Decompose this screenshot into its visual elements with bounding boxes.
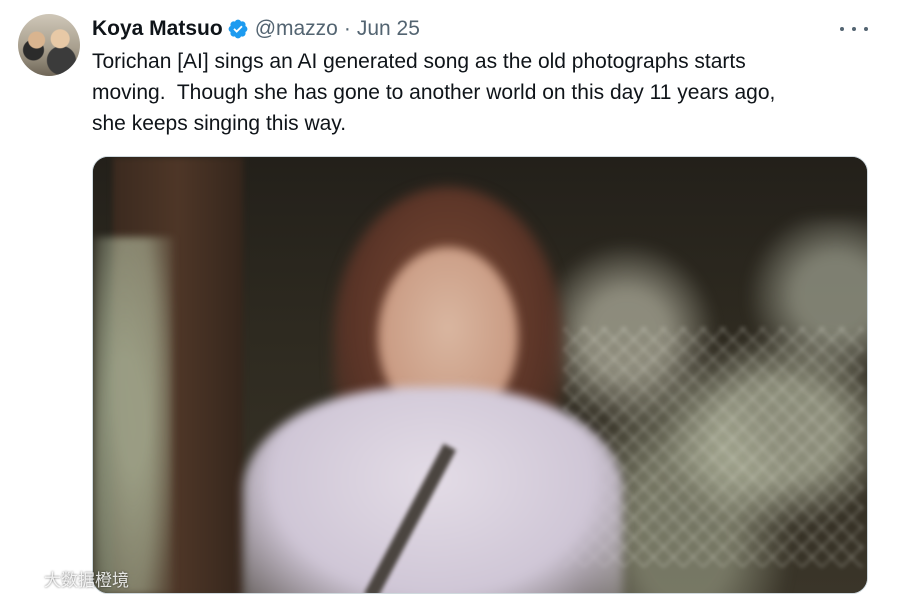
tweet-header: Koya Matsuo @mazzo · Jun 25	[92, 14, 420, 44]
tweet-text: Torichan [AI] sings an AI generated song…	[92, 46, 852, 139]
author-handle[interactable]: @mazzo	[255, 17, 338, 41]
more-dot	[840, 27, 844, 31]
watermark: 大数据橙境	[8, 566, 129, 591]
tweet-text-line: Torichan [AI] sings an AI generated song…	[92, 50, 746, 73]
more-options-icon[interactable]	[840, 18, 868, 40]
verified-badge-icon	[227, 18, 249, 40]
tweet-video[interactable]	[92, 156, 868, 594]
watermark-logo-icon	[8, 569, 40, 589]
more-dot	[852, 27, 856, 31]
more-dot	[864, 27, 868, 31]
tweet-card: Koya Matsuo @mazzo · Jun 25 Torichan [AI…	[0, 0, 916, 598]
author-avatar[interactable]	[18, 14, 80, 76]
header-separator: ·	[343, 17, 351, 40]
video-click-area[interactable]	[93, 157, 867, 593]
tweet-text-line: she keeps singing this way.	[92, 112, 347, 135]
watermark-text: 大数据橙境	[44, 571, 129, 590]
author-display-name[interactable]: Koya Matsuo	[92, 17, 223, 41]
tweet-date[interactable]: Jun 25	[357, 17, 420, 41]
tweet-text-line: moving. Though she has gone to another w…	[92, 81, 776, 104]
